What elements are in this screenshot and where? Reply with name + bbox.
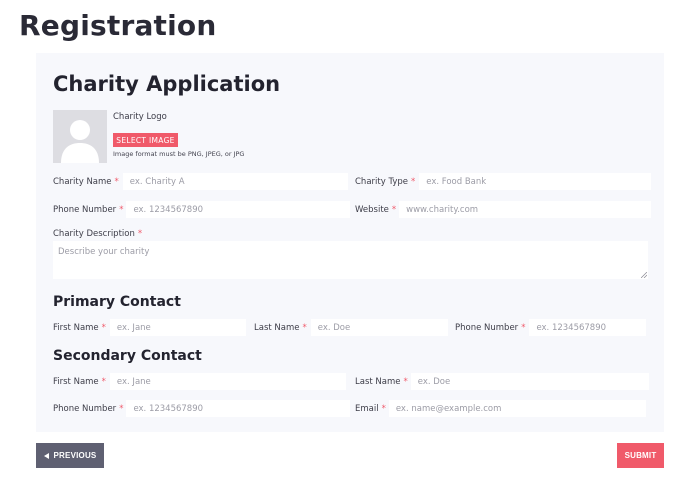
phone-number-field: Phone Number * ex. 1234567890 (53, 201, 351, 218)
primary-first-name-input[interactable]: ex. Jane (109, 319, 246, 336)
required-marker: * (381, 403, 386, 414)
submit-button[interactable]: SUBMIT (617, 443, 664, 468)
website-field: Website * www.charity.com (355, 201, 652, 218)
required-marker: * (391, 204, 397, 215)
description-label-row: Charity Description * (53, 229, 142, 239)
required-marker: * (137, 229, 143, 239)
website-input[interactable]: www.charity.com (399, 201, 652, 218)
required-marker: * (119, 204, 124, 215)
phone-number-input[interactable]: ex. 1234567890 (126, 201, 351, 218)
secondary-first-name-field: First Name * ex. Jane (53, 373, 346, 390)
secondary-first-name-input[interactable]: ex. Jane (109, 373, 346, 390)
charity-application-form: Charity Application Charity Logo SELECT … (36, 53, 664, 432)
required-marker: * (302, 322, 307, 333)
email-label: Email (355, 403, 379, 414)
resize-handle-icon[interactable] (641, 272, 647, 278)
form-title: Charity Application (53, 72, 281, 96)
last-name-label: Last Name (355, 376, 401, 387)
required-marker: * (119, 403, 124, 414)
charity-name-field: Charity Name * ex. Charity A (53, 173, 348, 190)
last-name-label: Last Name (254, 322, 300, 333)
select-image-button[interactable]: SELECT IMAGE (113, 133, 178, 147)
image-format-note: Image format must be PNG, JPEG, or JPG (113, 150, 245, 158)
required-marker: * (521, 322, 526, 333)
required-marker: * (101, 376, 106, 387)
first-name-label: First Name (53, 376, 99, 387)
charity-type-label: Charity Type (355, 176, 408, 187)
charity-name-input[interactable]: ex. Charity A (122, 173, 348, 190)
previous-button-label: PREVIOUS (53, 451, 97, 460)
required-marker: * (403, 376, 408, 387)
charity-type-field: Charity Type * ex. Food Bank (355, 173, 652, 190)
charity-type-input[interactable]: ex. Food Bank (419, 173, 652, 190)
required-marker: * (101, 322, 106, 333)
charity-name-label: Charity Name (53, 176, 112, 187)
primary-phone-field: Phone Number * ex. 1234567890 (455, 319, 647, 336)
secondary-email-input[interactable]: ex. name@example.com (388, 400, 646, 417)
logo-placeholder-icon (53, 110, 107, 163)
secondary-contact-title: Secondary Contact (53, 348, 202, 364)
first-name-label: First Name (53, 322, 99, 333)
secondary-last-name-field: Last Name * ex. Doe (355, 373, 649, 390)
description-textarea[interactable]: Describe your charity (53, 241, 648, 279)
secondary-email-field: Email * ex. name@example.com (355, 400, 646, 417)
secondary-phone-input[interactable]: ex. 1234567890 (126, 400, 351, 417)
website-label: Website (355, 204, 389, 215)
primary-last-name-input[interactable]: ex. Doe (310, 319, 448, 336)
phone-number-label: Phone Number (53, 403, 117, 414)
phone-number-label: Phone Number (455, 322, 519, 333)
primary-phone-input[interactable]: ex. 1234567890 (529, 319, 647, 336)
primary-first-name-field: First Name * ex. Jane (53, 319, 246, 336)
description-label: Charity Description (53, 229, 135, 239)
page-title: Registration (19, 9, 217, 42)
primary-last-name-field: Last Name * ex. Doe (254, 319, 448, 336)
required-marker: * (114, 176, 119, 187)
logo-label: Charity Logo (113, 112, 167, 122)
previous-button[interactable]: PREVIOUS (36, 443, 104, 468)
phone-number-label: Phone Number (53, 204, 117, 215)
secondary-last-name-input[interactable]: ex. Doe (410, 373, 649, 390)
primary-contact-title: Primary Contact (53, 294, 181, 310)
required-marker: * (410, 176, 416, 187)
description-placeholder: Describe your charity (58, 247, 150, 257)
triangle-left-icon (43, 452, 49, 459)
secondary-phone-field: Phone Number * ex. 1234567890 (53, 400, 351, 417)
